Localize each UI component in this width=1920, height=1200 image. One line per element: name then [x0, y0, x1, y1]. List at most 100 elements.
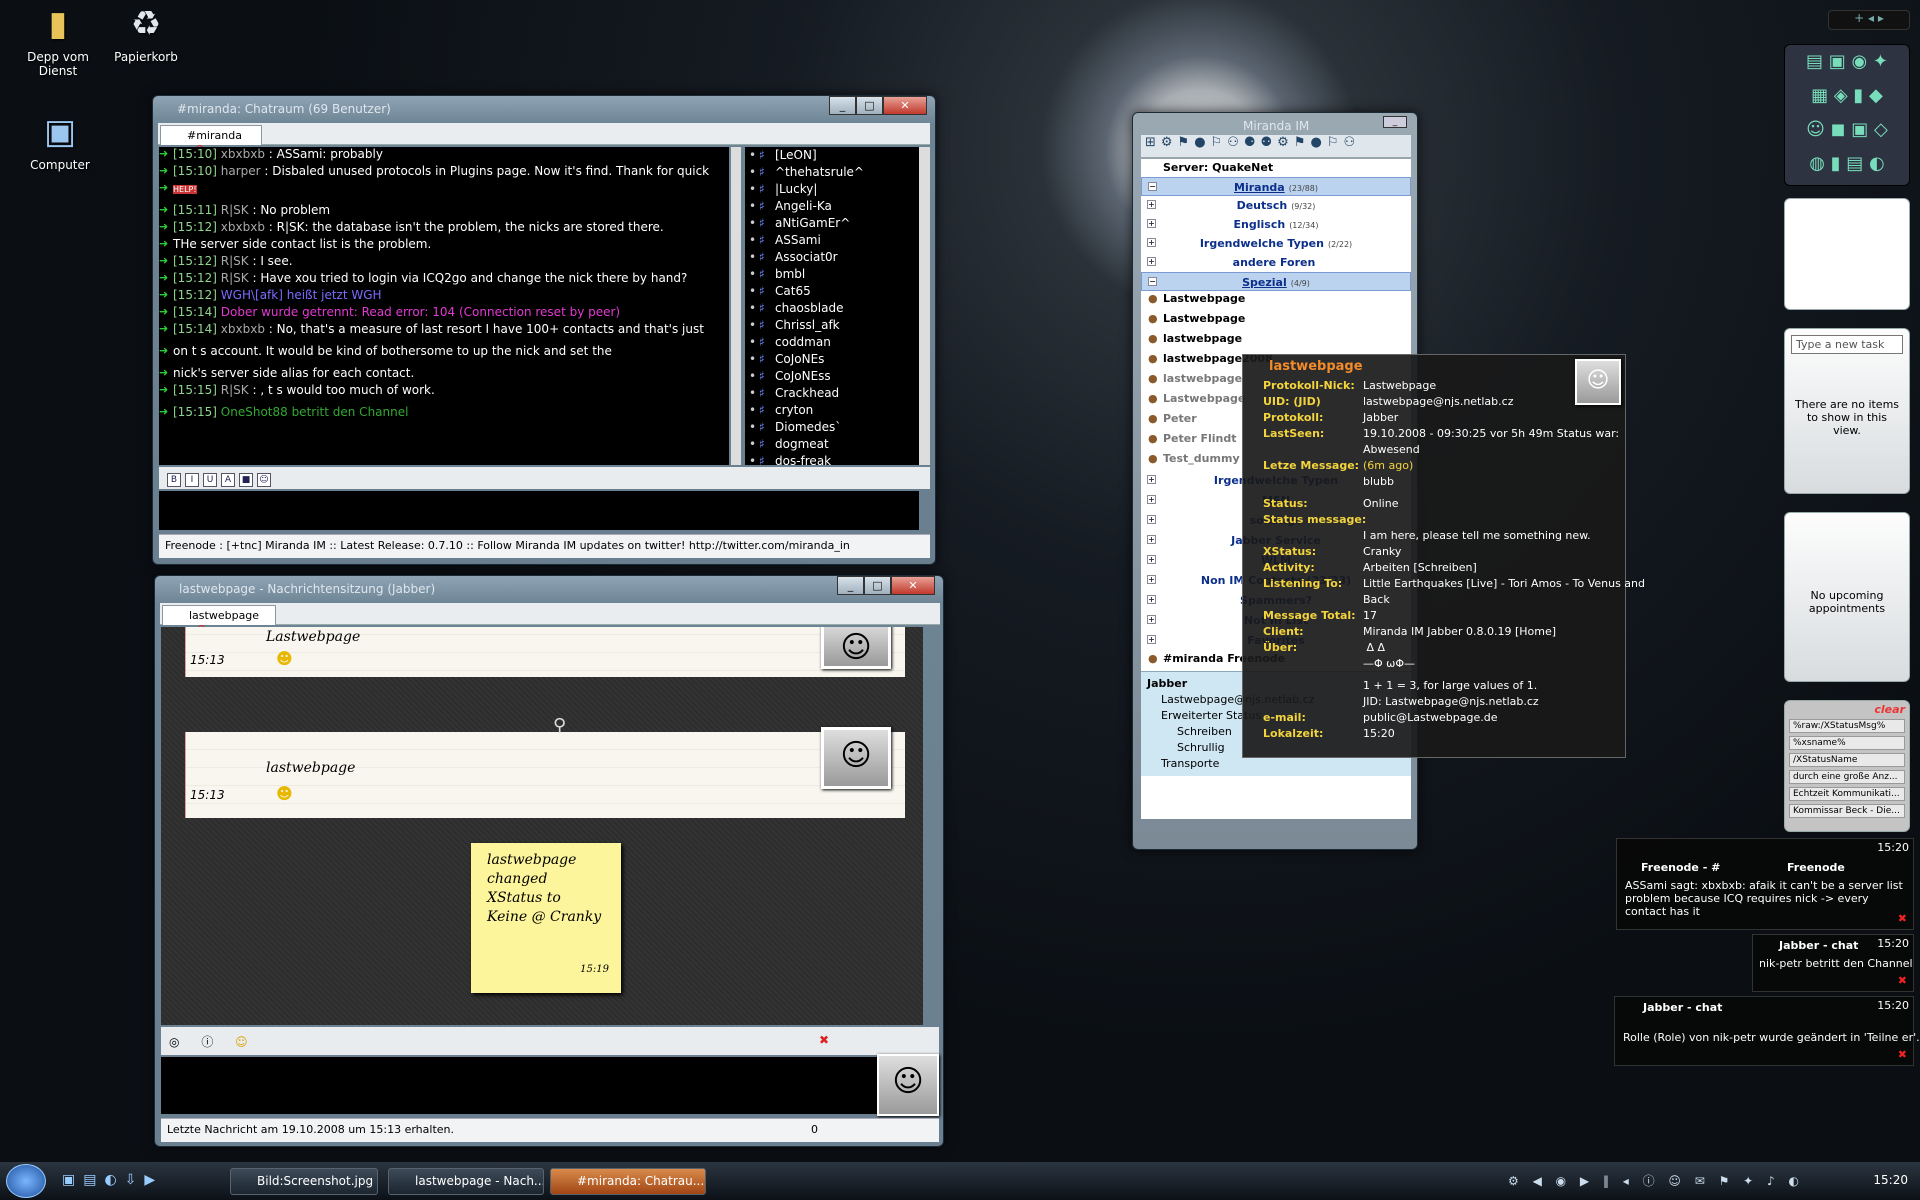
expand-icon[interactable]: + — [1147, 555, 1156, 564]
taskbar-button-browser[interactable]: Bild:Screenshot.jpg ... — [230, 1168, 378, 1195]
my-avatar: ☺ — [877, 1054, 939, 1116]
message-input[interactable] — [159, 491, 919, 530]
variable-item[interactable]: %raw:/XStatusMsg% — [1789, 719, 1905, 733]
background-color-button[interactable]: ■ — [239, 473, 253, 487]
user-list[interactable]: [LeON]^thehatsrule^|Lucky|Angeli-KaaNtiG… — [745, 147, 919, 465]
user-list-item[interactable]: ^thehatsrule^ — [745, 164, 919, 181]
user-list-item[interactable]: bmbl — [745, 266, 919, 283]
notification-popup[interactable]: Freenode - # Freenode 15:20 ASSami sagt:… — [1616, 838, 1914, 930]
user-list-item[interactable]: CoJoNEs — [745, 351, 919, 368]
expand-icon[interactable]: + — [1147, 257, 1156, 266]
chat-log[interactable]: [15:10] xbxbxb : ASSami: probably[15:10]… — [159, 147, 729, 465]
font-color-button[interactable]: A — [221, 473, 235, 487]
user-list-item[interactable]: Chrissl_afk — [745, 317, 919, 334]
tooltip-row: blubb — [1263, 475, 1394, 488]
desktop-icon-computer[interactable]: ▣ Computer — [10, 110, 110, 172]
info-icon[interactable]: ⓘ — [201, 1035, 213, 1049]
expand-icon[interactable]: − — [1148, 182, 1157, 191]
contact-item[interactable]: Lastwebpage — [1141, 291, 1411, 311]
start-button[interactable] — [6, 1164, 46, 1198]
contact-group[interactable]: − Miranda (23/88) — [1141, 177, 1411, 196]
user-list-scrollbar[interactable] — [919, 147, 930, 465]
desktop-icon-folder[interactable]: ▮ Depp vom Dienst — [8, 2, 108, 78]
contact-item[interactable]: lastwebpage — [1141, 331, 1411, 351]
chat-text: : R|SK: the database isn't the problem, … — [264, 220, 664, 234]
clear-button[interactable]: clear — [1789, 703, 1905, 716]
expand-icon[interactable]: + — [1147, 575, 1156, 584]
message-history[interactable]: Lastwebpage 15:13 ☻ ☺ lastwebpage 15:13 … — [161, 627, 923, 1025]
contact-group[interactable]: + Deutsch (9/32) — [1141, 196, 1411, 215]
contact-group[interactable]: − Spezial (4/9) — [1141, 272, 1411, 291]
variable-item[interactable]: Echtzeit Kommunikati... — [1789, 787, 1905, 801]
contact-group[interactable]: + Irgendwelche Typen (2/22) — [1141, 234, 1411, 253]
bold-button[interactable]: B — [167, 473, 181, 487]
tooltip-value: JID: Lastwebpage@njs.netlab.cz — [1363, 695, 1539, 708]
expand-icon[interactable]: + — [1147, 475, 1156, 484]
smiley-button[interactable]: ☺ — [257, 473, 271, 487]
variable-item[interactable]: durch eine große Anz... — [1789, 770, 1905, 784]
user-list-item[interactable]: Cat65 — [745, 283, 919, 300]
desktop-icon-recycle-bin[interactable]: ♻ Papierkorb — [96, 2, 196, 64]
chat-log-scrollbar[interactable] — [731, 147, 741, 465]
expand-icon[interactable]: − — [1148, 277, 1157, 286]
italic-button[interactable]: I — [185, 473, 199, 487]
message-input[interactable] — [161, 1057, 881, 1114]
user-list-item[interactable]: chaosblade — [745, 300, 919, 317]
tab-lastwebpage[interactable]: lastwebpage ⊗ — [162, 605, 276, 635]
taskbar-button-message[interactable]: lastwebpage - Nach... — [388, 1168, 544, 1195]
expand-icon[interactable]: + — [1147, 219, 1156, 228]
expand-icon[interactable]: + — [1147, 615, 1156, 624]
transports-item[interactable]: Transporte — [1147, 756, 1405, 772]
sticky-text: lastwebpage changed XStatus to Keine @ C… — [487, 852, 602, 925]
expand-icon[interactable]: + — [1147, 535, 1156, 544]
expand-icon[interactable]: + — [1147, 635, 1156, 644]
close-button[interactable]: ✕ — [891, 576, 935, 595]
contact-group[interactable]: + Englisch (12/34) — [1141, 215, 1411, 234]
expand-icon[interactable]: + — [1147, 495, 1156, 504]
underline-button[interactable]: U — [203, 473, 217, 487]
expand-icon[interactable]: + — [1147, 238, 1156, 247]
notes-gadget[interactable] — [1784, 198, 1910, 310]
maximize-button[interactable]: □ — [856, 96, 883, 115]
minimize-button[interactable]: _ — [837, 576, 864, 595]
tooltip-row: JID: Lastwebpage@njs.netlab.cz — [1263, 695, 1539, 708]
minimize-button[interactable]: _ — [1383, 116, 1407, 128]
user-list-item[interactable]: Associat0r — [745, 249, 919, 266]
user-list-item[interactable]: cryton — [745, 402, 919, 419]
history-icon[interactable]: ◎ — [169, 1035, 179, 1049]
close-popup-icon[interactable]: ✖ — [1898, 912, 1907, 925]
variable-item[interactable]: Kommissar Beck - Die... — [1789, 804, 1905, 818]
user-list-item[interactable]: CoJoNEss — [745, 368, 919, 385]
close-session-icon[interactable]: ✖ — [819, 1033, 829, 1047]
maximize-button[interactable]: □ — [864, 576, 891, 595]
user-list-item[interactable]: aNtiGamEr^ — [745, 215, 919, 232]
expand-icon[interactable]: + — [1147, 515, 1156, 524]
notification-popup[interactable]: Jabber - chat 15:20 nik-petr betritt den… — [1752, 934, 1914, 992]
user-list-item[interactable]: ASSami — [745, 232, 919, 249]
user-list-item[interactable]: dos-freak — [745, 453, 919, 465]
variable-item[interactable]: %xsname% — [1789, 736, 1905, 750]
variable-item[interactable]: /XStatusName — [1789, 753, 1905, 767]
notification-popup[interactable]: Jabber - chat 15:20 Rolle (Role) von nik… — [1614, 996, 1920, 1066]
close-popup-icon[interactable]: ✖ — [1898, 974, 1907, 987]
contact-item[interactable]: Lastwebpage — [1141, 311, 1411, 331]
smiley-button[interactable]: ☺ — [235, 1035, 248, 1049]
tab-miranda[interactable]: #miranda ⊗ — [160, 125, 262, 155]
expand-icon[interactable]: + — [1147, 595, 1156, 604]
contact-group[interactable]: + andere Foren — [1141, 253, 1411, 272]
new-task-input[interactable]: Type a new task — [1791, 335, 1903, 354]
minimize-button[interactable]: _ — [829, 96, 856, 115]
tooltip-row: XStatus: Cranky — [1263, 545, 1401, 558]
launcher-gadget[interactable]: ▤ ▣ ◉ ✦ ▦ ◈ ▮ ◆ ☺ ◼ ▣ ◇ ◍ ▮ ▤ ◐ — [1784, 44, 1910, 186]
close-popup-icon[interactable]: ✖ — [1898, 1048, 1907, 1061]
user-list-item[interactable]: coddman — [745, 334, 919, 351]
user-list-item[interactable]: Crackhead — [745, 385, 919, 402]
expand-icon[interactable]: + — [1147, 200, 1156, 209]
user-list-item[interactable]: dogmeat — [745, 436, 919, 453]
user-list-item[interactable]: Angeli-Ka — [745, 198, 919, 215]
user-list-item[interactable]: [LeON] — [745, 147, 919, 164]
taskbar-button-chat[interactable]: #miranda: Chatrau... — [550, 1168, 706, 1195]
user-list-item[interactable]: |Lucky| — [745, 181, 919, 198]
user-list-item[interactable]: Diomedes` — [745, 419, 919, 436]
close-button[interactable]: ✕ — [883, 96, 927, 115]
